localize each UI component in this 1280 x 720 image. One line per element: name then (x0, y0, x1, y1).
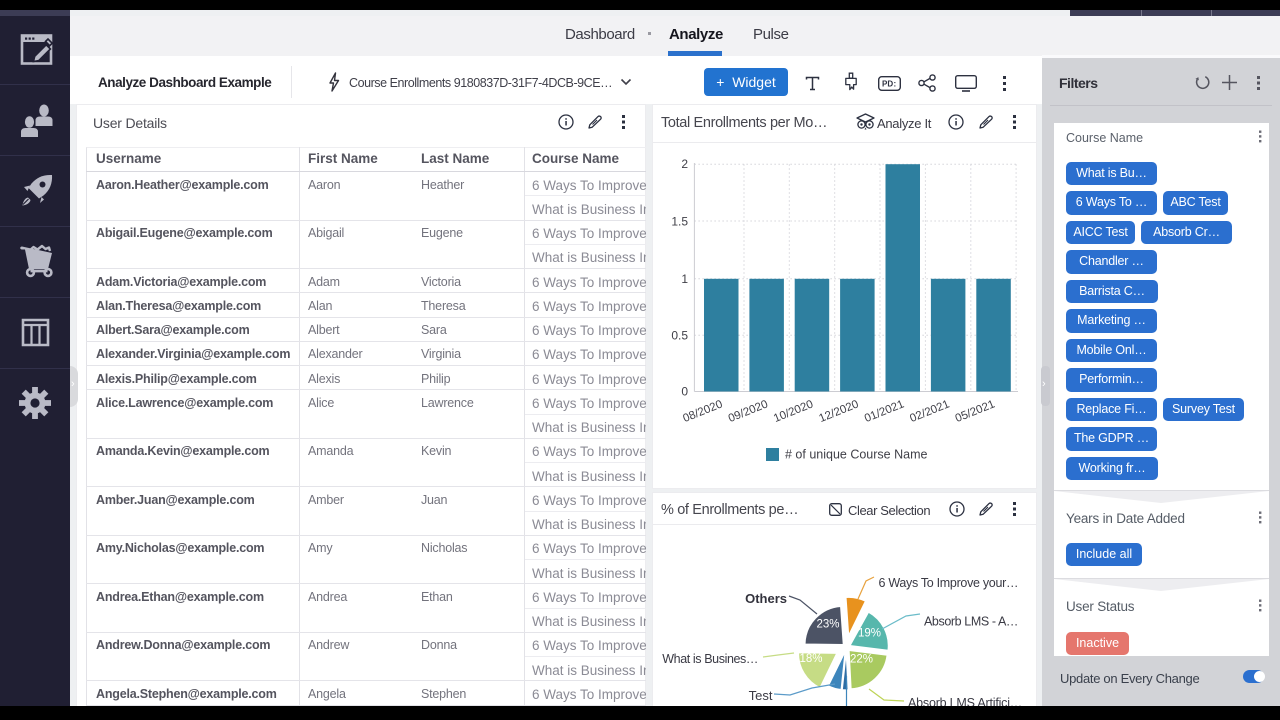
svg-text:10/2020: 10/2020 (772, 398, 815, 425)
svg-text:02/2021: 02/2021 (908, 398, 951, 425)
svg-text:08/2020: 08/2020 (681, 398, 724, 425)
svg-text:What is Busines…: What is Busines… (662, 652, 758, 666)
svg-text:1: 1 (681, 272, 688, 286)
svg-text:1.5: 1.5 (671, 215, 688, 229)
svg-text:01/2021: 01/2021 (863, 398, 906, 425)
svg-text:0.5: 0.5 (671, 328, 688, 342)
svg-text:19%: 19% (858, 628, 881, 640)
svg-text:2: 2 (681, 157, 688, 171)
svg-text:0: 0 (681, 385, 688, 399)
svg-text:PD: PD (882, 80, 893, 89)
svg-text:18%: 18% (799, 653, 822, 665)
svg-text:# of unique Course Name: # of unique Course Name (785, 448, 927, 462)
svg-text:23%: 23% (816, 619, 839, 631)
svg-text:Test: Test (749, 688, 773, 703)
svg-text:Absorb LMS Artifici…: Absorb LMS Artifici… (908, 696, 1022, 706)
svg-text::: : (894, 80, 897, 89)
svg-text:12/2020: 12/2020 (817, 398, 860, 425)
svg-text:05/2021: 05/2021 (954, 398, 997, 425)
svg-text:22%: 22% (850, 654, 873, 666)
svg-text:Absorb LMS - A…: Absorb LMS - A… (924, 615, 1018, 629)
svg-text:09/2020: 09/2020 (727, 398, 770, 425)
svg-text:6 Ways To Improve your…: 6 Ways To Improve your… (879, 576, 1019, 590)
svg-text:Others: Others (745, 591, 787, 606)
